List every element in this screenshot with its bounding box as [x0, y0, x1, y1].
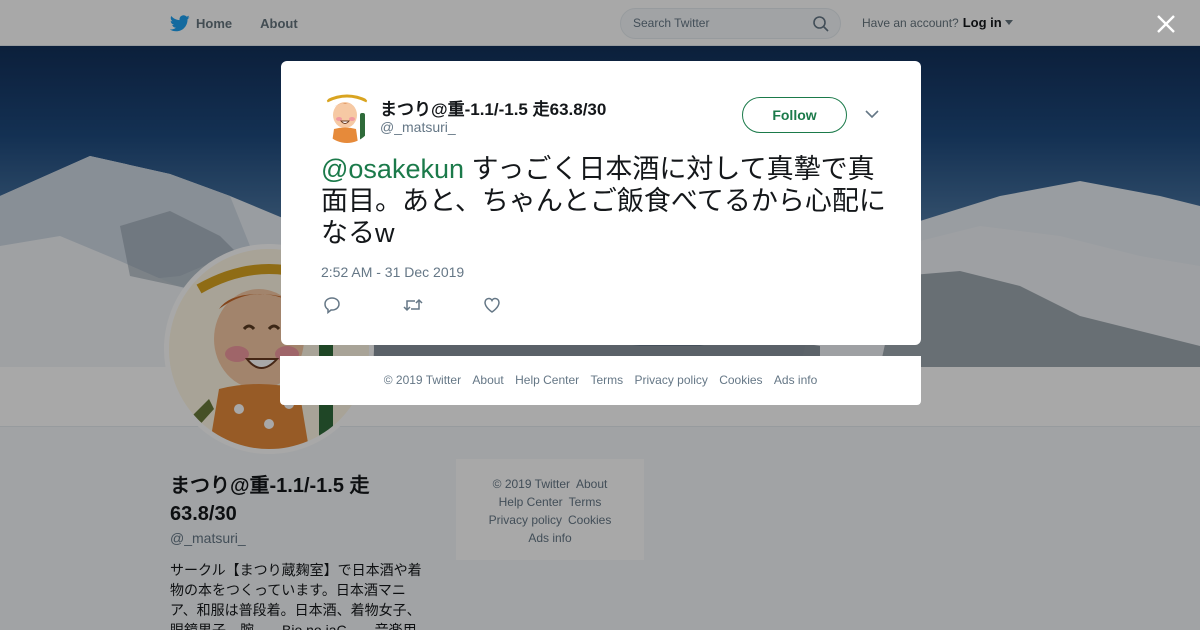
footer-privacy-link[interactable]: Privacy policy [635, 373, 708, 387]
footer-help-link[interactable]: Help Center [515, 373, 579, 387]
reply-icon [324, 297, 340, 315]
footer-cookies-link[interactable]: Cookies [719, 373, 762, 387]
footer-terms-link[interactable]: Terms [590, 373, 623, 387]
chevron-down-icon[interactable] [865, 109, 879, 119]
retweet-button[interactable] [403, 296, 483, 319]
retweet-icon [403, 298, 423, 312]
tweet-author-handle[interactable]: @_matsuri_ [380, 119, 456, 135]
footer-about-link[interactable]: About [472, 373, 503, 387]
tweet-modal: まつり@重-1.1/-1.5 走63.8/30 @_matsuri_ Follo… [281, 61, 921, 345]
footer-copyright: © 2019 Twitter [383, 373, 462, 387]
tweet-text: @osakekun すっごく日本酒に対して真摯で真面目。あと、ちゃんとご飯食べて… [321, 153, 891, 249]
reply-button[interactable] [323, 296, 403, 319]
tweet-author-name[interactable]: まつり@重-1.1/-1.5 走63.8/30 [380, 95, 606, 120]
modal-footer: © 2019 Twitter About Help Center Terms P… [280, 356, 921, 405]
avatar-illustration [321, 91, 373, 143]
tweet-timestamp[interactable]: 2:52 AM - 31 Dec 2019 [321, 264, 464, 280]
like-icon [484, 297, 500, 313]
tweet-mention-link[interactable]: @osakekun [321, 154, 464, 184]
close-icon[interactable] [1156, 14, 1176, 34]
footer-ads-link[interactable]: Ads info [774, 373, 817, 387]
tweet-author-avatar[interactable] [321, 91, 373, 143]
tweet-actions [323, 296, 563, 319]
follow-button[interactable]: Follow [742, 97, 847, 133]
like-button[interactable] [483, 296, 563, 319]
